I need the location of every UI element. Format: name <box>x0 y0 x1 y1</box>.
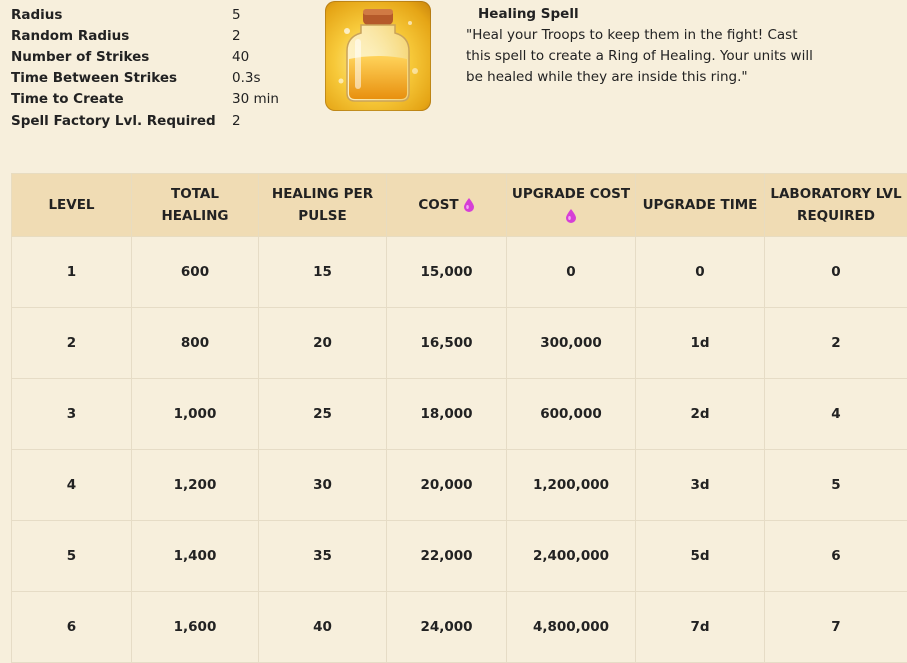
stat-value: 30 min <box>232 89 279 110</box>
cell-upgrade-time: 7d <box>636 592 765 663</box>
header-healing-per-pulse: HEALING PER PULSE <box>259 174 387 237</box>
cell-healing-per-pulse: 40 <box>259 592 387 663</box>
cell-upgrade-time: 3d <box>636 450 765 521</box>
level-table: LEVEL TOTAL HEALING HEALING PER PULSE CO… <box>11 173 907 663</box>
cell-cost: 15,000 <box>387 237 507 308</box>
table-row: 3 1,000 25 18,000 600,000 2d 4 <box>12 379 907 450</box>
cell-level: 2 <box>12 308 132 379</box>
stat-row-random-radius: Random Radius 2 <box>11 25 279 46</box>
cell-healing-per-pulse: 25 <box>259 379 387 450</box>
spell-description: "Heal your Troops to keep them in the fi… <box>466 25 826 88</box>
cell-upgrade-time: 0 <box>636 237 765 308</box>
spell-title: Healing Spell <box>466 4 826 25</box>
stat-label: Random Radius <box>11 25 232 46</box>
table-row: 5 1,400 35 22,000 2,400,000 5d 6 <box>12 521 907 592</box>
cell-level: 1 <box>12 237 132 308</box>
spell-stats: Radius 5 Random Radius 2 Number of Strik… <box>11 4 279 131</box>
stat-row-time-to-create: Time to Create 30 min <box>11 89 279 110</box>
cell-upgrade-cost: 1,200,000 <box>507 450 636 521</box>
stat-row-radius: Radius 5 <box>11 4 279 25</box>
cell-total-healing: 600 <box>132 237 259 308</box>
cell-upgrade-cost: 300,000 <box>507 308 636 379</box>
table-row: 2 800 20 16,500 300,000 1d 2 <box>12 308 907 379</box>
spell-description-block: Healing Spell "Heal your Troops to keep … <box>466 4 826 88</box>
cell-cost: 20,000 <box>387 450 507 521</box>
cell-total-healing: 1,600 <box>132 592 259 663</box>
stat-value: 2 <box>232 25 279 46</box>
stat-label: Radius <box>11 4 232 25</box>
cell-upgrade-cost: 4,800,000 <box>507 592 636 663</box>
cell-cost: 22,000 <box>387 521 507 592</box>
stat-label: Time Between Strikes <box>11 68 232 89</box>
cell-total-healing: 1,400 <box>132 521 259 592</box>
table-row: 4 1,200 30 20,000 1,200,000 3d 5 <box>12 450 907 521</box>
cell-healing-per-pulse: 30 <box>259 450 387 521</box>
stat-row-time-between-strikes: Time Between Strikes 0.3s <box>11 68 279 89</box>
header-cost: COST <box>387 174 507 237</box>
cell-laboratory-level: 4 <box>765 379 907 450</box>
cell-upgrade-time: 1d <box>636 308 765 379</box>
elixir-drop-icon <box>565 209 577 223</box>
stat-row-spell-factory-level: Spell Factory Lvl. Required 2 <box>11 110 279 131</box>
cell-healing-per-pulse: 15 <box>259 237 387 308</box>
stat-value: 5 <box>232 4 279 25</box>
header-upgrade-time: UPGRADE TIME <box>636 174 765 237</box>
stat-label: Time to Create <box>11 89 232 110</box>
stat-label: Spell Factory Lvl. Required <box>11 110 232 131</box>
cell-laboratory-level: 7 <box>765 592 907 663</box>
stat-value: 0.3s <box>232 68 279 89</box>
stat-value: 40 <box>232 46 279 67</box>
cell-level: 6 <box>12 592 132 663</box>
cell-level: 4 <box>12 450 132 521</box>
cell-upgrade-cost: 0 <box>507 237 636 308</box>
cell-laboratory-level: 5 <box>765 450 907 521</box>
header-laboratory-level: LABORATORY LVL REQUIRED <box>765 174 907 237</box>
cell-level: 5 <box>12 521 132 592</box>
cell-upgrade-time: 5d <box>636 521 765 592</box>
table-row: 6 1,600 40 24,000 4,800,000 7d 7 <box>12 592 907 663</box>
cell-cost: 16,500 <box>387 308 507 379</box>
cell-total-healing: 800 <box>132 308 259 379</box>
cell-upgrade-cost: 2,400,000 <box>507 521 636 592</box>
stat-value: 2 <box>232 110 279 131</box>
header-level: LEVEL <box>12 174 132 237</box>
cell-upgrade-time: 2d <box>636 379 765 450</box>
cell-laboratory-level: 2 <box>765 308 907 379</box>
cell-total-healing: 1,200 <box>132 450 259 521</box>
cell-total-healing: 1,000 <box>132 379 259 450</box>
table-row: 1 600 15 15,000 0 0 0 <box>12 237 907 308</box>
cell-cost: 18,000 <box>387 379 507 450</box>
table-header-row: LEVEL TOTAL HEALING HEALING PER PULSE CO… <box>12 174 907 237</box>
cell-healing-per-pulse: 20 <box>259 308 387 379</box>
cell-cost: 24,000 <box>387 592 507 663</box>
healing-spell-bottle-icon <box>325 1 431 111</box>
cell-upgrade-cost: 600,000 <box>507 379 636 450</box>
stat-row-number-of-strikes: Number of Strikes 40 <box>11 46 279 67</box>
stat-label: Number of Strikes <box>11 46 232 67</box>
header-upgrade-cost: UPGRADE COST <box>507 174 636 237</box>
cell-laboratory-level: 0 <box>765 237 907 308</box>
cell-level: 3 <box>12 379 132 450</box>
elixir-drop-icon <box>463 198 475 212</box>
cell-laboratory-level: 6 <box>765 521 907 592</box>
header-total-healing: TOTAL HEALING <box>132 174 259 237</box>
cell-healing-per-pulse: 35 <box>259 521 387 592</box>
